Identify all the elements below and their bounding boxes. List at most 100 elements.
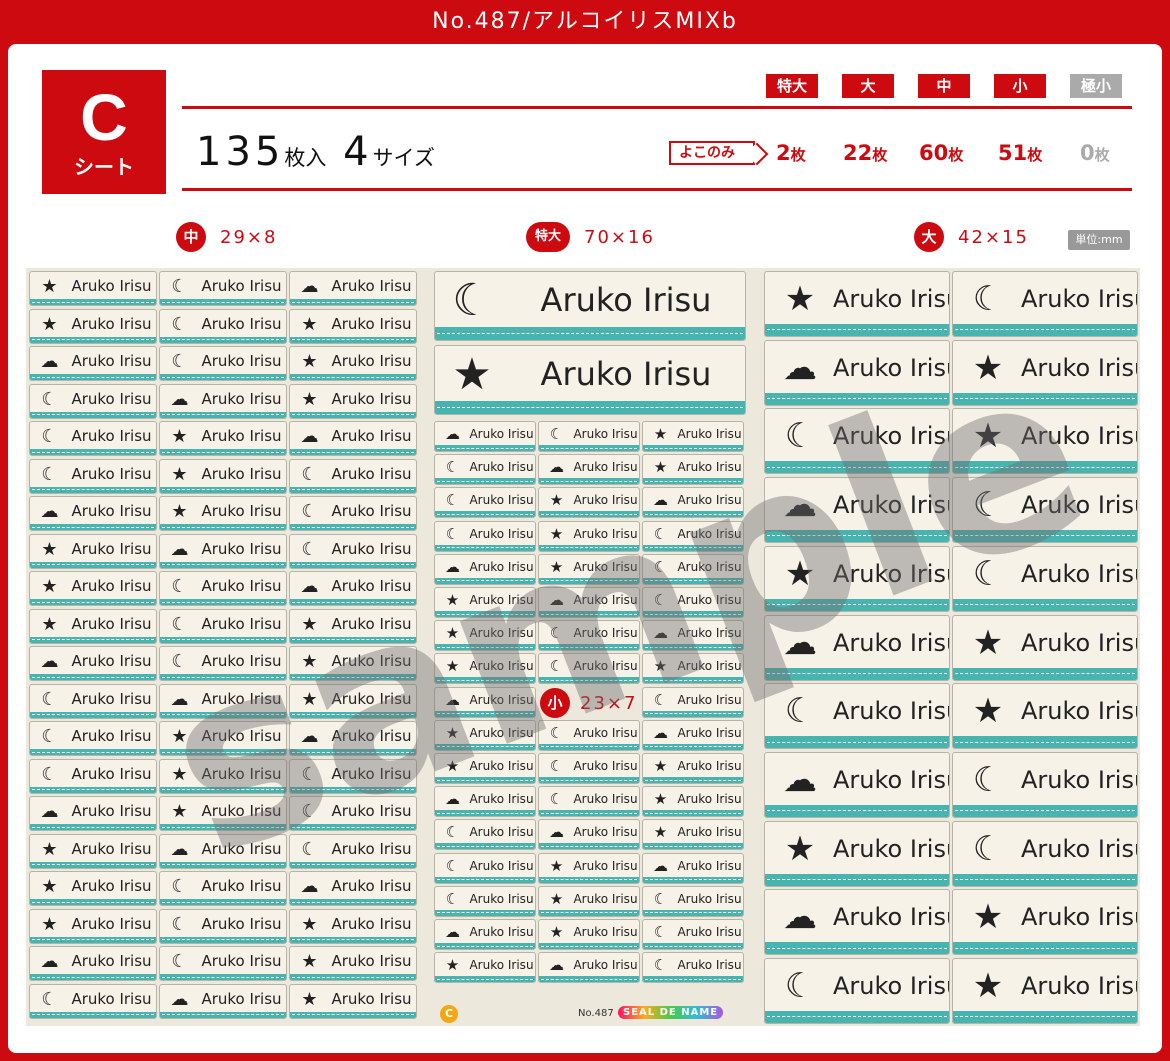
moon-icon: ☾ (171, 313, 188, 335)
label-name-text: Aruko Irisu (331, 877, 412, 895)
cloud-icon: ☁ (40, 801, 59, 822)
name-label: ☾ Aruko Irisu (642, 885, 744, 917)
label-name-text: Aruko Irisu (1021, 628, 1138, 657)
star-icon: ★ (784, 553, 816, 594)
label-band (643, 677, 743, 684)
label-band (30, 1011, 156, 1018)
section-badge-small: 小 (540, 688, 570, 718)
label-band (160, 936, 286, 943)
label-band (765, 461, 949, 474)
cloud-icon: ☁ (40, 351, 59, 372)
moon-icon: ☾ (301, 838, 318, 860)
label-band (160, 599, 286, 605)
name-label: ☾ Aruko Irisu (29, 383, 157, 419)
qty-small-number: 51 (998, 141, 1028, 165)
label-name-text: Aruko Irisu (201, 577, 282, 595)
label-band (539, 876, 639, 883)
label-band (953, 804, 1137, 817)
name-label: ★ Aruko Irisu (538, 885, 640, 917)
name-label: ☁ Aruko Irisu (764, 751, 950, 818)
label-name-text: Aruko Irisu (469, 659, 534, 674)
name-label: ☾ Aruko Irisu (159, 608, 287, 644)
name-label: ★ Aruko Irisu (642, 454, 744, 486)
name-label: ★ Aruko Irisu (434, 345, 746, 415)
label-band (643, 743, 743, 750)
name-label: ★ Aruko Irisu (29, 308, 157, 344)
star-icon: ★ (972, 897, 1004, 938)
name-label: ★ Aruko Irisu (538, 553, 640, 585)
moon-icon: ☾ (653, 923, 668, 941)
name-label: ☾ Aruko Irisu (642, 553, 744, 585)
qty-small-unit: 枚 (1027, 146, 1043, 164)
star-icon: ★ (301, 313, 318, 335)
label-band (435, 943, 535, 949)
label-name-text: Aruko Irisu (71, 577, 152, 595)
name-label: ☁ Aruko Irisu (538, 819, 640, 851)
name-label: ★ Aruko Irisu (29, 908, 157, 944)
label-name-text: Aruko Irisu (1021, 422, 1138, 451)
size-badge-small: 小 (994, 74, 1046, 98)
name-label: ☁ Aruko Irisu (29, 796, 157, 831)
label-band (290, 524, 416, 530)
label-name-text: Aruko Irisu (1021, 972, 1138, 1000)
name-label: ☁ Aruko Irisu (159, 683, 287, 719)
label-name-text: Aruko Irisu (677, 759, 742, 773)
label-band (643, 976, 743, 983)
label-band (539, 544, 639, 551)
star-icon: ★ (549, 491, 564, 510)
footer-sheet-mark: C (440, 1005, 458, 1023)
cloud-icon: ☁ (445, 790, 460, 809)
moon-icon: ☾ (452, 275, 492, 326)
label-band (160, 486, 286, 493)
label-name-text: Aruko Irisu (331, 727, 412, 745)
star-icon: ★ (445, 624, 460, 643)
label-band (435, 710, 535, 717)
qty-xlarge-number: 2 (776, 141, 791, 165)
label-band (30, 786, 156, 793)
moon-icon: ☾ (549, 624, 564, 643)
name-label: ☾ Aruko Irisu (289, 533, 417, 569)
label-name-text: Aruko Irisu (469, 925, 534, 939)
name-label: ★ Aruko Irisu (952, 958, 1138, 1024)
label-name-text: Aruko Irisu (469, 692, 534, 707)
cloud-icon: ☁ (170, 538, 189, 560)
label-name-text: Aruko Irisu (71, 952, 152, 970)
label-band (435, 810, 535, 817)
label-band (765, 942, 949, 955)
name-label: ☁ Aruko Irisu (434, 686, 536, 718)
star-icon: ★ (549, 524, 564, 543)
star-icon: ★ (972, 347, 1004, 388)
qty-xsmall-unit: 枚 (1094, 146, 1110, 164)
moon-icon: ☾ (784, 416, 816, 457)
label-band (435, 577, 535, 584)
label-name-text: Aruko Irisu (677, 659, 742, 674)
label-band (643, 577, 743, 584)
label-band (435, 478, 535, 485)
size-count-unit: サイズ (372, 146, 435, 170)
cloud-icon: ☁ (40, 651, 59, 672)
name-label: ☾ Aruko Irisu (434, 487, 536, 519)
size-badge-xsmall: 極小 (1070, 74, 1122, 98)
label-name-text: Aruko Irisu (71, 314, 152, 333)
section-badge-medium: 中 (176, 222, 206, 252)
label-name-text: Aruko Irisu (1021, 903, 1138, 932)
star-icon: ★ (171, 501, 188, 522)
label-name-text: Aruko Irisu (331, 464, 412, 483)
top-rule (182, 106, 1132, 109)
name-label: ☾ Aruko Irisu (289, 458, 417, 494)
star-icon: ★ (171, 463, 188, 485)
name-label: ★ Aruko Irisu (434, 653, 536, 685)
name-label: ☁ Aruko Irisu (289, 271, 417, 306)
label-band (953, 598, 1137, 611)
label-name-text: Aruko Irisu (677, 493, 742, 508)
label-name-text: Aruko Irisu (469, 792, 534, 807)
sheet-label: シート (74, 155, 134, 179)
name-label: ☁ Aruko Irisu (159, 383, 287, 419)
label-name-text: Aruko Irisu (201, 464, 282, 483)
cloud-icon: ☁ (170, 688, 189, 710)
label-band (30, 599, 156, 605)
label-name-text: Aruko Irisu (469, 593, 534, 607)
name-label: ★ Aruko Irisu (159, 496, 287, 531)
label-band (539, 909, 639, 916)
star-icon: ★ (301, 388, 318, 410)
